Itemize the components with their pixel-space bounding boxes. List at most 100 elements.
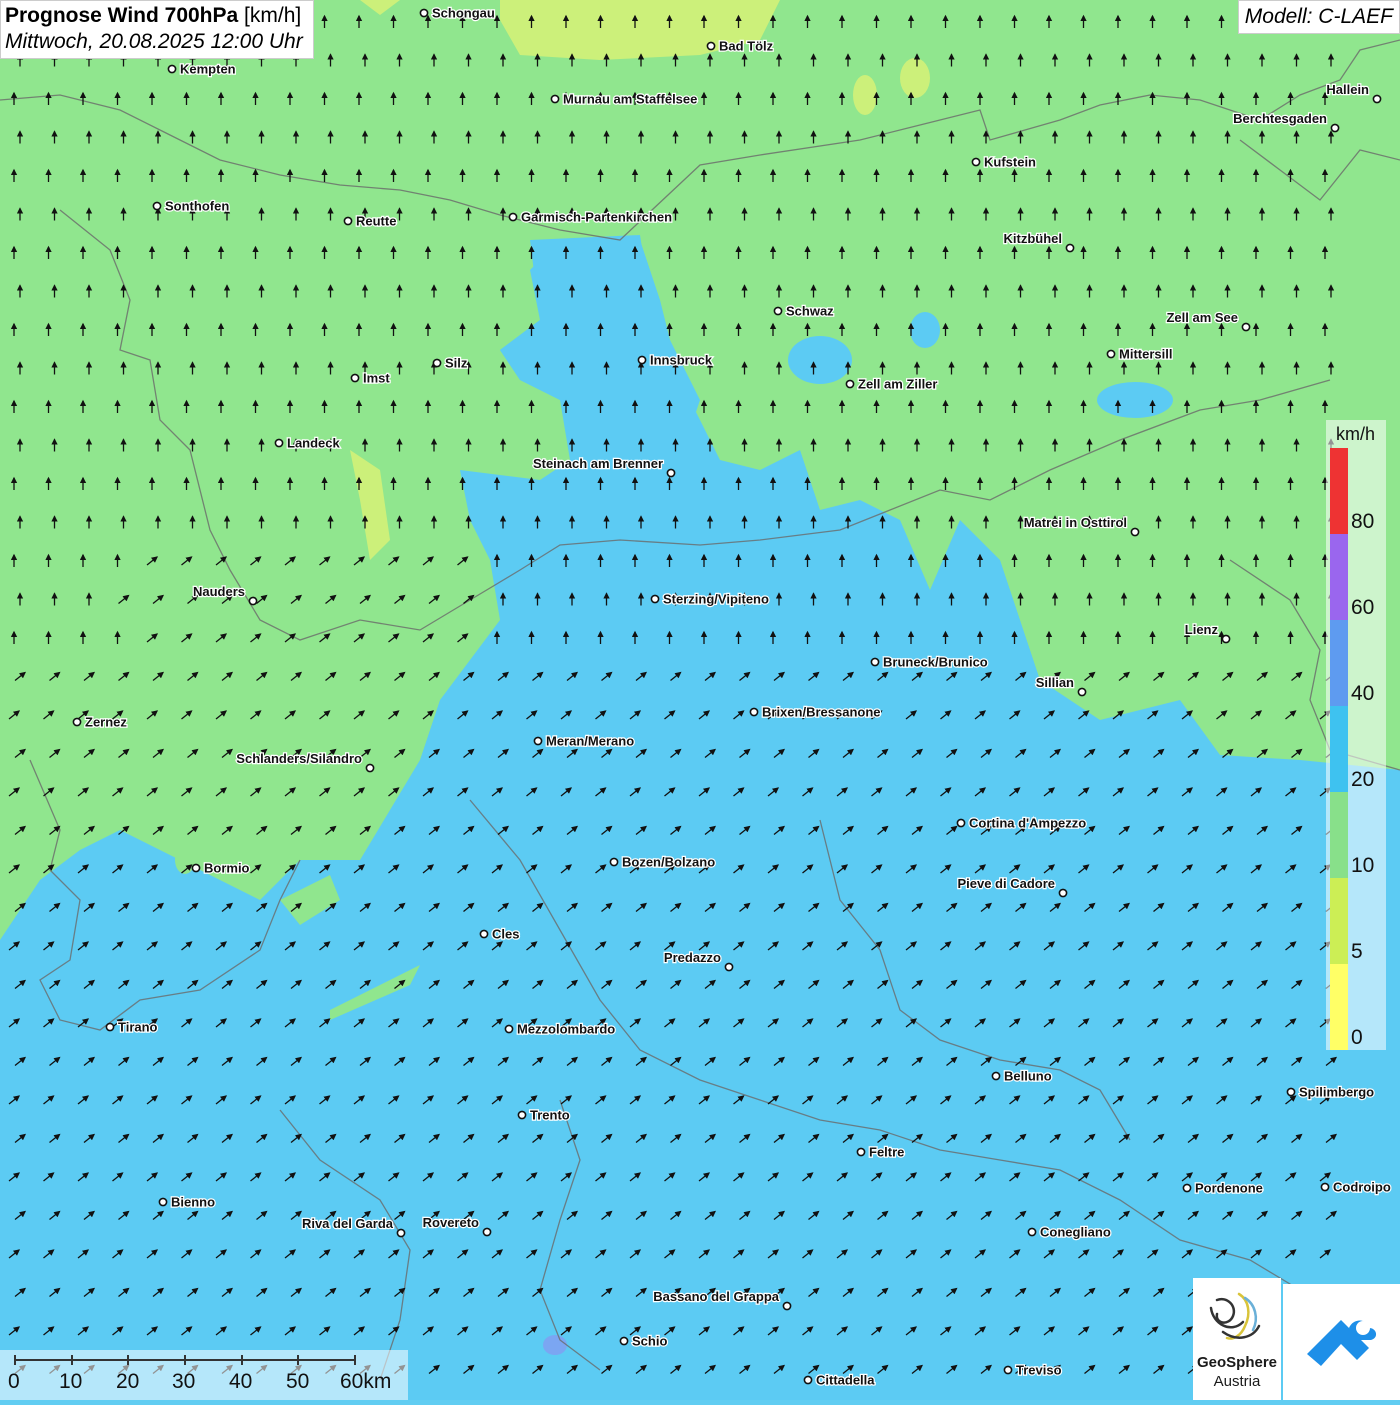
place-label: Belluno [1004, 1069, 1052, 1084]
title-box: Prognose Wind 700hPa [km/h] Mittwoch, 20… [0, 0, 314, 59]
place-label: Kitzbühel [1004, 231, 1063, 246]
place-label: Zell am See [1166, 310, 1238, 325]
place-label: Predazzo [664, 950, 721, 965]
place-marker [550, 94, 560, 104]
place-marker [619, 1336, 629, 1346]
place-marker [167, 64, 177, 74]
place-label: Sillian [1036, 675, 1074, 690]
place-marker [517, 1110, 527, 1120]
place-marker [782, 1301, 792, 1311]
place-label: Zernez [85, 715, 127, 730]
place-marker [158, 1197, 168, 1207]
place-marker [432, 358, 442, 368]
geosphere-swirl-icon [1209, 1292, 1261, 1340]
place-label: Innsbruck [650, 353, 713, 368]
legend-tick: 10 [1351, 854, 1375, 877]
wind-area-20-40-lobe [788, 336, 852, 384]
place-marker [666, 468, 676, 478]
map-title: Prognose Wind 700hPa [5, 4, 239, 27]
place-marker [1077, 687, 1087, 697]
place-label: Silz [445, 356, 468, 371]
place-label: Imst [363, 371, 390, 386]
place-label: Meran/Merano [546, 734, 634, 749]
geosphere-logo-line2: Austria [1213, 1373, 1261, 1390]
wind-map[interactable]: Schongau Bad Tölz Kempten Murnau am Staffel… [0, 0, 1400, 1400]
place-label: Pordenone [1195, 1181, 1263, 1196]
place-label: Reutte [356, 214, 396, 229]
place-label: Hallein [1326, 82, 1369, 97]
place-marker [1106, 349, 1116, 359]
place-marker [609, 857, 619, 867]
place-label: Nauders [193, 584, 245, 599]
place-marker [1241, 322, 1251, 332]
place-label: Bozen/Bolzano [622, 855, 715, 870]
place-marker [343, 216, 353, 226]
place-label: Bassano del Grappa [653, 1289, 779, 1304]
place-label: Tirano [118, 1020, 158, 1035]
color-legend: km/h 0 5 10 20 40 60 80 [1326, 420, 1386, 1050]
place-marker [365, 763, 375, 773]
place-marker [749, 707, 759, 717]
legend-tick: 40 [1351, 682, 1375, 705]
legend-unit: km/h [1336, 424, 1376, 444]
place-label: Cles [492, 927, 519, 942]
place-label: Conegliano [1040, 1225, 1111, 1240]
geosphere-austria-logo[interactable]: GeoSphere Austria [1193, 1278, 1281, 1400]
legend-swatch-60 [1330, 534, 1348, 620]
place-label: Kufstein [984, 155, 1036, 170]
place-marker [870, 657, 880, 667]
place-marker [724, 962, 734, 972]
place-label: Trento [530, 1108, 570, 1123]
scale-label: 50 [286, 1370, 310, 1393]
place-marker [396, 1228, 406, 1238]
place-label: Lienz [1185, 622, 1219, 637]
place-marker [845, 379, 855, 389]
place-label: Schwaz [786, 304, 834, 319]
scale-label: 0 [8, 1370, 20, 1393]
wind-area-20-40-lobe [1097, 382, 1173, 418]
place-marker [956, 818, 966, 828]
place-label: Berchtesgaden [1233, 111, 1327, 126]
wind-area-5-10 [853, 75, 877, 115]
place-label: Spilimbergo [1299, 1085, 1374, 1100]
place-label: Sonthofen [165, 199, 229, 214]
place-label: Mezzolombardo [517, 1022, 615, 1037]
geosphere-logo-line1: GeoSphere [1196, 1354, 1278, 1371]
place-label: Murnau am Staffelsee [563, 92, 697, 107]
place-marker [72, 717, 82, 727]
place-marker [274, 438, 284, 448]
place-marker [508, 212, 518, 222]
scale-label: 20 [116, 1370, 140, 1393]
place-marker [1286, 1087, 1296, 1097]
place-marker [1330, 123, 1340, 133]
legend-swatch-10 [1330, 792, 1348, 878]
place-label: Bienno [171, 1195, 215, 1210]
place-marker [706, 41, 716, 51]
place-marker [1065, 243, 1075, 253]
place-label: Landeck [287, 436, 341, 451]
legend-swatch-5 [1330, 878, 1348, 964]
place-marker [105, 1022, 115, 1032]
place-marker [482, 1227, 492, 1237]
scale-label: 10 [59, 1370, 83, 1393]
wind-area-5-10 [900, 58, 930, 98]
scale-label: 60km [340, 1370, 392, 1393]
place-label: Bad Tölz [719, 39, 774, 54]
place-marker [637, 355, 647, 365]
place-label: Cortina d'Ampezzo [969, 816, 1086, 831]
wind-area-40-60 [543, 1335, 567, 1355]
place-label: Feltre [869, 1145, 904, 1160]
place-marker [419, 8, 429, 18]
place-marker [1372, 94, 1382, 104]
place-marker [1130, 527, 1140, 537]
app-logo[interactable] [1283, 1284, 1400, 1400]
place-label: Schongau [432, 6, 495, 21]
place-marker [1003, 1365, 1013, 1375]
map-title-unit: [km/h] [238, 4, 302, 27]
place-label: Schio [632, 1334, 667, 1349]
place-label: Zell am Ziller [858, 377, 937, 392]
place-marker [1058, 888, 1068, 898]
place-label: Pieve di Cadore [957, 876, 1055, 891]
place-marker [479, 929, 489, 939]
legend-swatch-20 [1330, 706, 1348, 792]
